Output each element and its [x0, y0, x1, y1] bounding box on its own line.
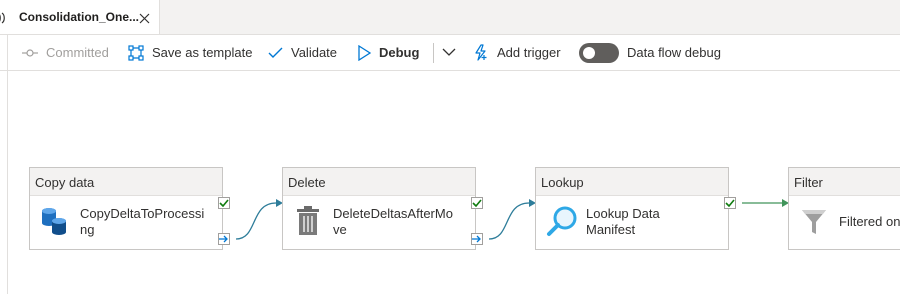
- connector-copy-to-delete: [235, 202, 277, 240]
- connector-delete-to-lookup: [488, 202, 530, 240]
- filter-funnel-icon: [801, 208, 827, 241]
- success-output-port[interactable]: [724, 197, 736, 209]
- activity-filter[interactable]: Filter Filtered on: [788, 167, 900, 250]
- activity-delete[interactable]: Delete DeleteDeltasAfterMove: [282, 167, 483, 250]
- success-output-port[interactable]: [471, 197, 483, 209]
- completion-output-port[interactable]: [218, 233, 230, 245]
- success-output-port[interactable]: [218, 197, 230, 209]
- activity-name: Filtered on: [839, 214, 900, 229]
- activity-type-label: Lookup: [536, 168, 728, 196]
- activity-type-label: Copy data: [30, 168, 222, 196]
- copy-data-icon: [40, 206, 68, 241]
- activity-type-label: Filter: [789, 168, 900, 196]
- delete-trash-icon: [296, 206, 320, 241]
- lookup-magnifier-icon: [546, 206, 578, 243]
- completion-output-port[interactable]: [471, 233, 483, 245]
- activity-name: CopyDeltaToProcessing: [80, 206, 205, 237]
- activity-lookup[interactable]: Lookup Lookup Data Manifest: [535, 167, 736, 250]
- activity-type-label: Delete: [283, 168, 475, 196]
- activity-name: DeleteDeltasAfterMove: [333, 206, 453, 237]
- activity-copy-data[interactable]: Copy data CopyDeltaToProcessing: [29, 167, 230, 250]
- activity-name: Lookup Data Manifest: [586, 206, 660, 237]
